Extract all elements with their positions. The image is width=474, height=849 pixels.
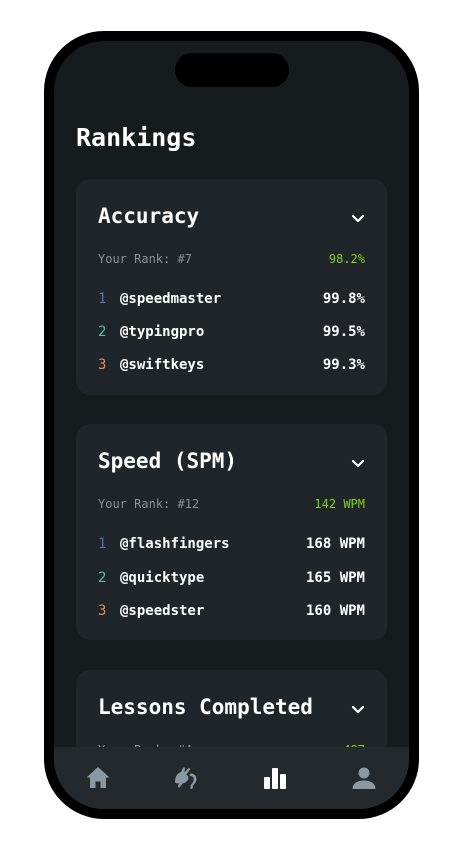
username: @flashfingers bbox=[120, 536, 230, 552]
your-rank: Your Rank: #12 142 WPM bbox=[98, 496, 365, 512]
score: 99.3% bbox=[322, 357, 365, 373]
chevron-down-icon[interactable] bbox=[351, 455, 365, 468]
username: @swiftkeys bbox=[120, 357, 205, 373]
card-title: Accuracy bbox=[98, 204, 200, 228]
card-header[interactable]: Speed (SPM) bbox=[98, 446, 365, 476]
rank-number: 3 bbox=[98, 603, 107, 619]
leaderboard-row: 1 @flashfingers 168 WPM bbox=[98, 535, 365, 553]
ranking-card-accuracy[interactable]: Accuracy Your Rank: #7 98.2% 1 @speedmas… bbox=[76, 179, 387, 395]
username: @speedmaster bbox=[120, 291, 222, 307]
chevron-down-icon[interactable] bbox=[351, 210, 365, 223]
score: 99.8% bbox=[322, 291, 365, 307]
score: 165 WPM bbox=[305, 570, 365, 586]
rank-number: 2 bbox=[98, 570, 107, 586]
username: @typingpro bbox=[120, 324, 205, 340]
leaderboard-row: 3 @swiftkeys 99.3% bbox=[98, 356, 365, 374]
leaderboard-row: 3 @speedster 160 WPM bbox=[98, 602, 365, 620]
your-rank: Your Rank: #7 98.2% bbox=[98, 251, 365, 267]
username: @speedster bbox=[120, 603, 205, 619]
rank-number: 2 bbox=[98, 324, 107, 340]
card-header[interactable]: Lessons Completed bbox=[98, 692, 365, 722]
card-header[interactable]: Accuracy bbox=[98, 201, 365, 231]
leaderboard-row: 2 @quicktype 165 WPM bbox=[98, 569, 365, 587]
score: 160 WPM bbox=[305, 603, 365, 619]
bottom-tab-bar bbox=[54, 747, 409, 809]
ranking-card-speed[interactable]: Speed (SPM) Your Rank: #12 142 WPM 1 @fl… bbox=[76, 424, 387, 640]
your-rank-label: Your Rank: #12 bbox=[98, 497, 200, 511]
your-rank-value: 98.2% bbox=[328, 252, 365, 266]
your-rank-value: 142 WPM bbox=[314, 497, 365, 511]
card-title: Lessons Completed bbox=[98, 695, 313, 719]
phone-frame: Rankings Accuracy Your Rank: #7 98.2% 1 … bbox=[44, 31, 419, 819]
page-title: Rankings bbox=[76, 123, 197, 152]
leaderboard-row: 2 @typingpro 99.5% bbox=[98, 323, 365, 341]
username: @quicktype bbox=[120, 570, 205, 586]
your-rank-label: Your Rank: #7 bbox=[98, 252, 192, 266]
home-icon[interactable] bbox=[84, 764, 112, 792]
chevron-down-icon[interactable] bbox=[351, 701, 365, 714]
screen: Rankings Accuracy Your Rank: #7 98.2% 1 … bbox=[54, 41, 409, 809]
leaderboard-row: 1 @speedmaster 99.8% bbox=[98, 290, 365, 308]
rank-number: 3 bbox=[98, 357, 107, 373]
score: 168 WPM bbox=[305, 536, 365, 552]
user-icon[interactable] bbox=[350, 764, 378, 792]
rank-number: 1 bbox=[98, 536, 107, 552]
rank-number: 1 bbox=[98, 291, 107, 307]
bar-chart-icon[interactable] bbox=[261, 764, 289, 792]
sign-language-icon[interactable] bbox=[172, 764, 200, 792]
score: 99.5% bbox=[322, 324, 365, 340]
card-title: Speed (SPM) bbox=[98, 449, 238, 473]
dynamic-island bbox=[175, 53, 289, 87]
